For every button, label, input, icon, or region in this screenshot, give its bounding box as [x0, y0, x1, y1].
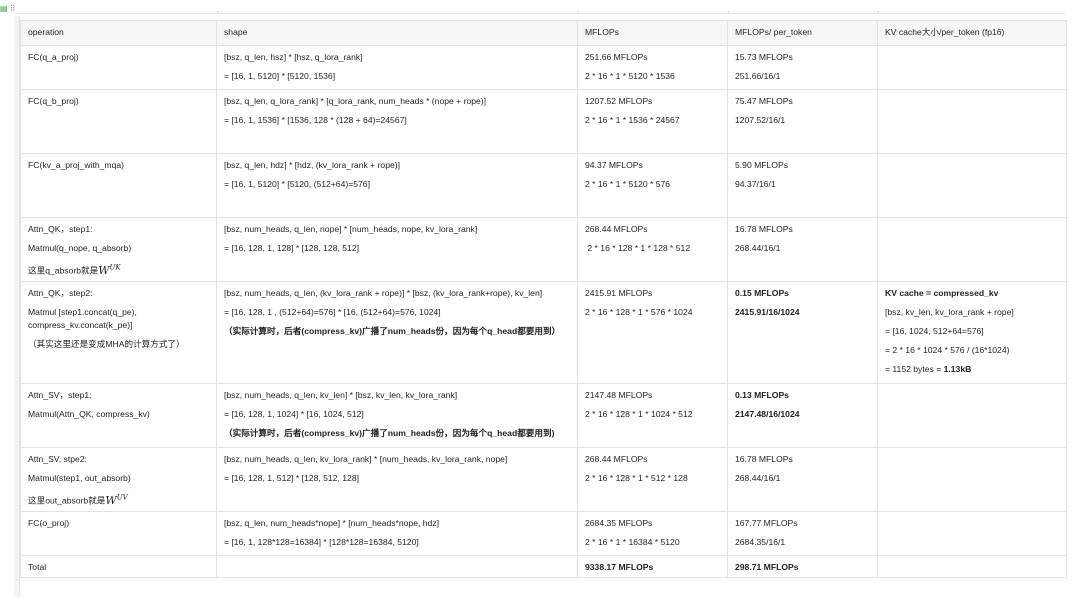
w-uk-math: WUK: [98, 263, 121, 277]
table-row: FC(q_a_proj) [bsz, q_len, hsz] * [hsz, q…: [20, 45, 1067, 90]
cell-operation[interactable]: Attn_SV, stpe2: Matmul(step1, out_absorb…: [20, 447, 217, 512]
cell-shape[interactable]: [216, 555, 578, 578]
cell-kv[interactable]: [877, 45, 1067, 90]
cell-operation[interactable]: Attn_QK，step2: Matmul [step1.concat(q_pe…: [20, 281, 217, 384]
cell-kv[interactable]: [877, 447, 1067, 512]
header-row: operation shape MFLOPs MFLOPs/ per_token…: [20, 20, 1067, 46]
cell-kv[interactable]: [877, 89, 1067, 154]
cell-mflops[interactable]: 2684.35 MFLOPs 2 * 16 * 1 * 16384 * 5120: [577, 511, 728, 556]
cell-mflops[interactable]: 1207.52 MFLOPs 2 * 16 * 1 * 1536 * 24567: [577, 89, 728, 154]
cell-kv[interactable]: [877, 511, 1067, 556]
table-row: FC(q_b_proj) [bsz, q_len, q_lora_rank] *…: [20, 89, 1067, 154]
cell-per-token[interactable]: 0.13 MFLOPs 2147.48/16/1024: [727, 383, 878, 448]
cell-shape[interactable]: [bsz, num_heads, q_len, kv_lora_rank] * …: [216, 447, 578, 512]
cell-shape[interactable]: [bsz, q_len, q_lora_rank] * [q_lora_rank…: [216, 89, 578, 154]
cell-operation[interactable]: FC(kv_a_proj_with_mqa): [20, 153, 217, 218]
cell-operation[interactable]: Attn_SV，step1: Matmul(Attn_QK, compress_k…: [20, 383, 217, 448]
cell-per-token[interactable]: 0.15 MFLOPs 2415.91/16/1024: [727, 281, 878, 384]
flops-table: operation shape MFLOPs MFLOPs/ per_token…: [20, 20, 1067, 578]
cell-shape[interactable]: [bsz, num_heads, q_len, nope] * [num_hea…: [216, 217, 578, 282]
cell-kv[interactable]: KV cache = compressed_kv [bsz, kv_len, k…: [877, 281, 1067, 384]
table-row: FC(o_proj) [bsz, q_len, num_heads*nope] …: [20, 511, 1067, 556]
table-row: Attn_QK，step1: Matmul(q_nope, q_absorb) …: [20, 217, 1067, 282]
cell-per-token[interactable]: 75.47 MFLOPs 1207.52/16/1: [727, 89, 878, 154]
cell-mflops[interactable]: 251.66 MFLOPs 2 * 16 * 1 * 5120 * 1536: [577, 45, 728, 90]
cell-per-token[interactable]: 15.73 MFLOPs 251.66/16/1: [727, 45, 878, 90]
cell-operation[interactable]: Attn_QK，step1: Matmul(q_nope, q_absorb) …: [20, 217, 217, 282]
cell-mflops[interactable]: 94.37 MFLOPs 2 * 16 * 1 * 5120 * 576: [577, 153, 728, 218]
cell-mflops[interactable]: 9338.17 MFLOPs: [577, 555, 728, 578]
cell-operation[interactable]: FC(q_b_proj): [20, 89, 217, 154]
w-uv-math: WUV: [105, 493, 128, 507]
cell-kv[interactable]: [877, 217, 1067, 282]
header-operation: operation: [20, 20, 217, 46]
cell-kv[interactable]: [877, 555, 1067, 578]
cell-operation[interactable]: FC(o_proj): [20, 511, 217, 556]
cell-shape[interactable]: [bsz, q_len, hsz] * [hsz, q_lora_rank] = …: [216, 45, 578, 90]
cell-kv[interactable]: [877, 383, 1067, 448]
cell-shape[interactable]: [bsz, num_heads, q_len, (kv_lora_rank + …: [216, 281, 578, 384]
cell-kv[interactable]: [877, 153, 1067, 218]
cell-operation[interactable]: FC(q_a_proj): [20, 45, 217, 90]
cell-per-token[interactable]: 5.90 MFLOPs 94.37/16/1: [727, 153, 878, 218]
header-shape: shape: [216, 20, 578, 46]
cell-shape[interactable]: [bsz, q_len, num_heads*nope] * [num_head…: [216, 511, 578, 556]
cell-shape[interactable]: [bsz, q_len, hdz] * [hdz, (kv_lora_rank …: [216, 153, 578, 218]
cell-mflops[interactable]: 268.44 MFLOPs 2 * 16 * 128 * 1 * 128 * 5…: [577, 217, 728, 282]
cell-per-token[interactable]: 16.78 MFLOPs 268.44/16/1: [727, 447, 878, 512]
cell-mflops[interactable]: 2147.48 MFLOPs 2 * 16 * 128 * 1 * 1024 * …: [577, 383, 728, 448]
cell-per-token[interactable]: 298.71 MFLOPs: [727, 555, 878, 578]
table-row: Attn_SV, stpe2: Matmul(step1, out_absorb…: [20, 447, 1067, 512]
table-icon[interactable]: ▤: [0, 4, 8, 14]
cell-mflops[interactable]: 268.44 MFLOPs 2 * 16 * 128 * 1 * 512 * 12…: [577, 447, 728, 512]
header-mflops: MFLOPs: [577, 20, 728, 46]
cell-shape[interactable]: [bsz, num_heads, q_len, kv_len] * [bsz, …: [216, 383, 578, 448]
cell-per-token[interactable]: 167.77 MFLOPs 2684.35/16/1: [727, 511, 878, 556]
cell-operation[interactable]: Total: [20, 555, 217, 578]
table-row: FC(kv_a_proj_with_mqa) [bsz, q_len, hdz]…: [20, 153, 1067, 218]
cell-mflops[interactable]: 2415.91 MFLOPs 2 * 16 * 128 * 1 * 576 * 1…: [577, 281, 728, 384]
cell-per-token[interactable]: 16.78 MFLOPs 268.44/16/1: [727, 217, 878, 282]
total-row: Total 9338.17 MFLOPs 298.71 MFLOPs: [20, 555, 1067, 578]
table-row: Attn_SV，step1: Matmul(Attn_QK, compress_k…: [20, 383, 1067, 448]
column-ruler: [14, 11, 1066, 14]
table-row: Attn_QK，step2: Matmul [step1.concat(q_pe…: [20, 281, 1067, 384]
header-mflops-per-token: MFLOPs/ per_token: [727, 20, 878, 46]
header-kv-cache: KV cache大小/per_token (fp16): [877, 20, 1067, 46]
